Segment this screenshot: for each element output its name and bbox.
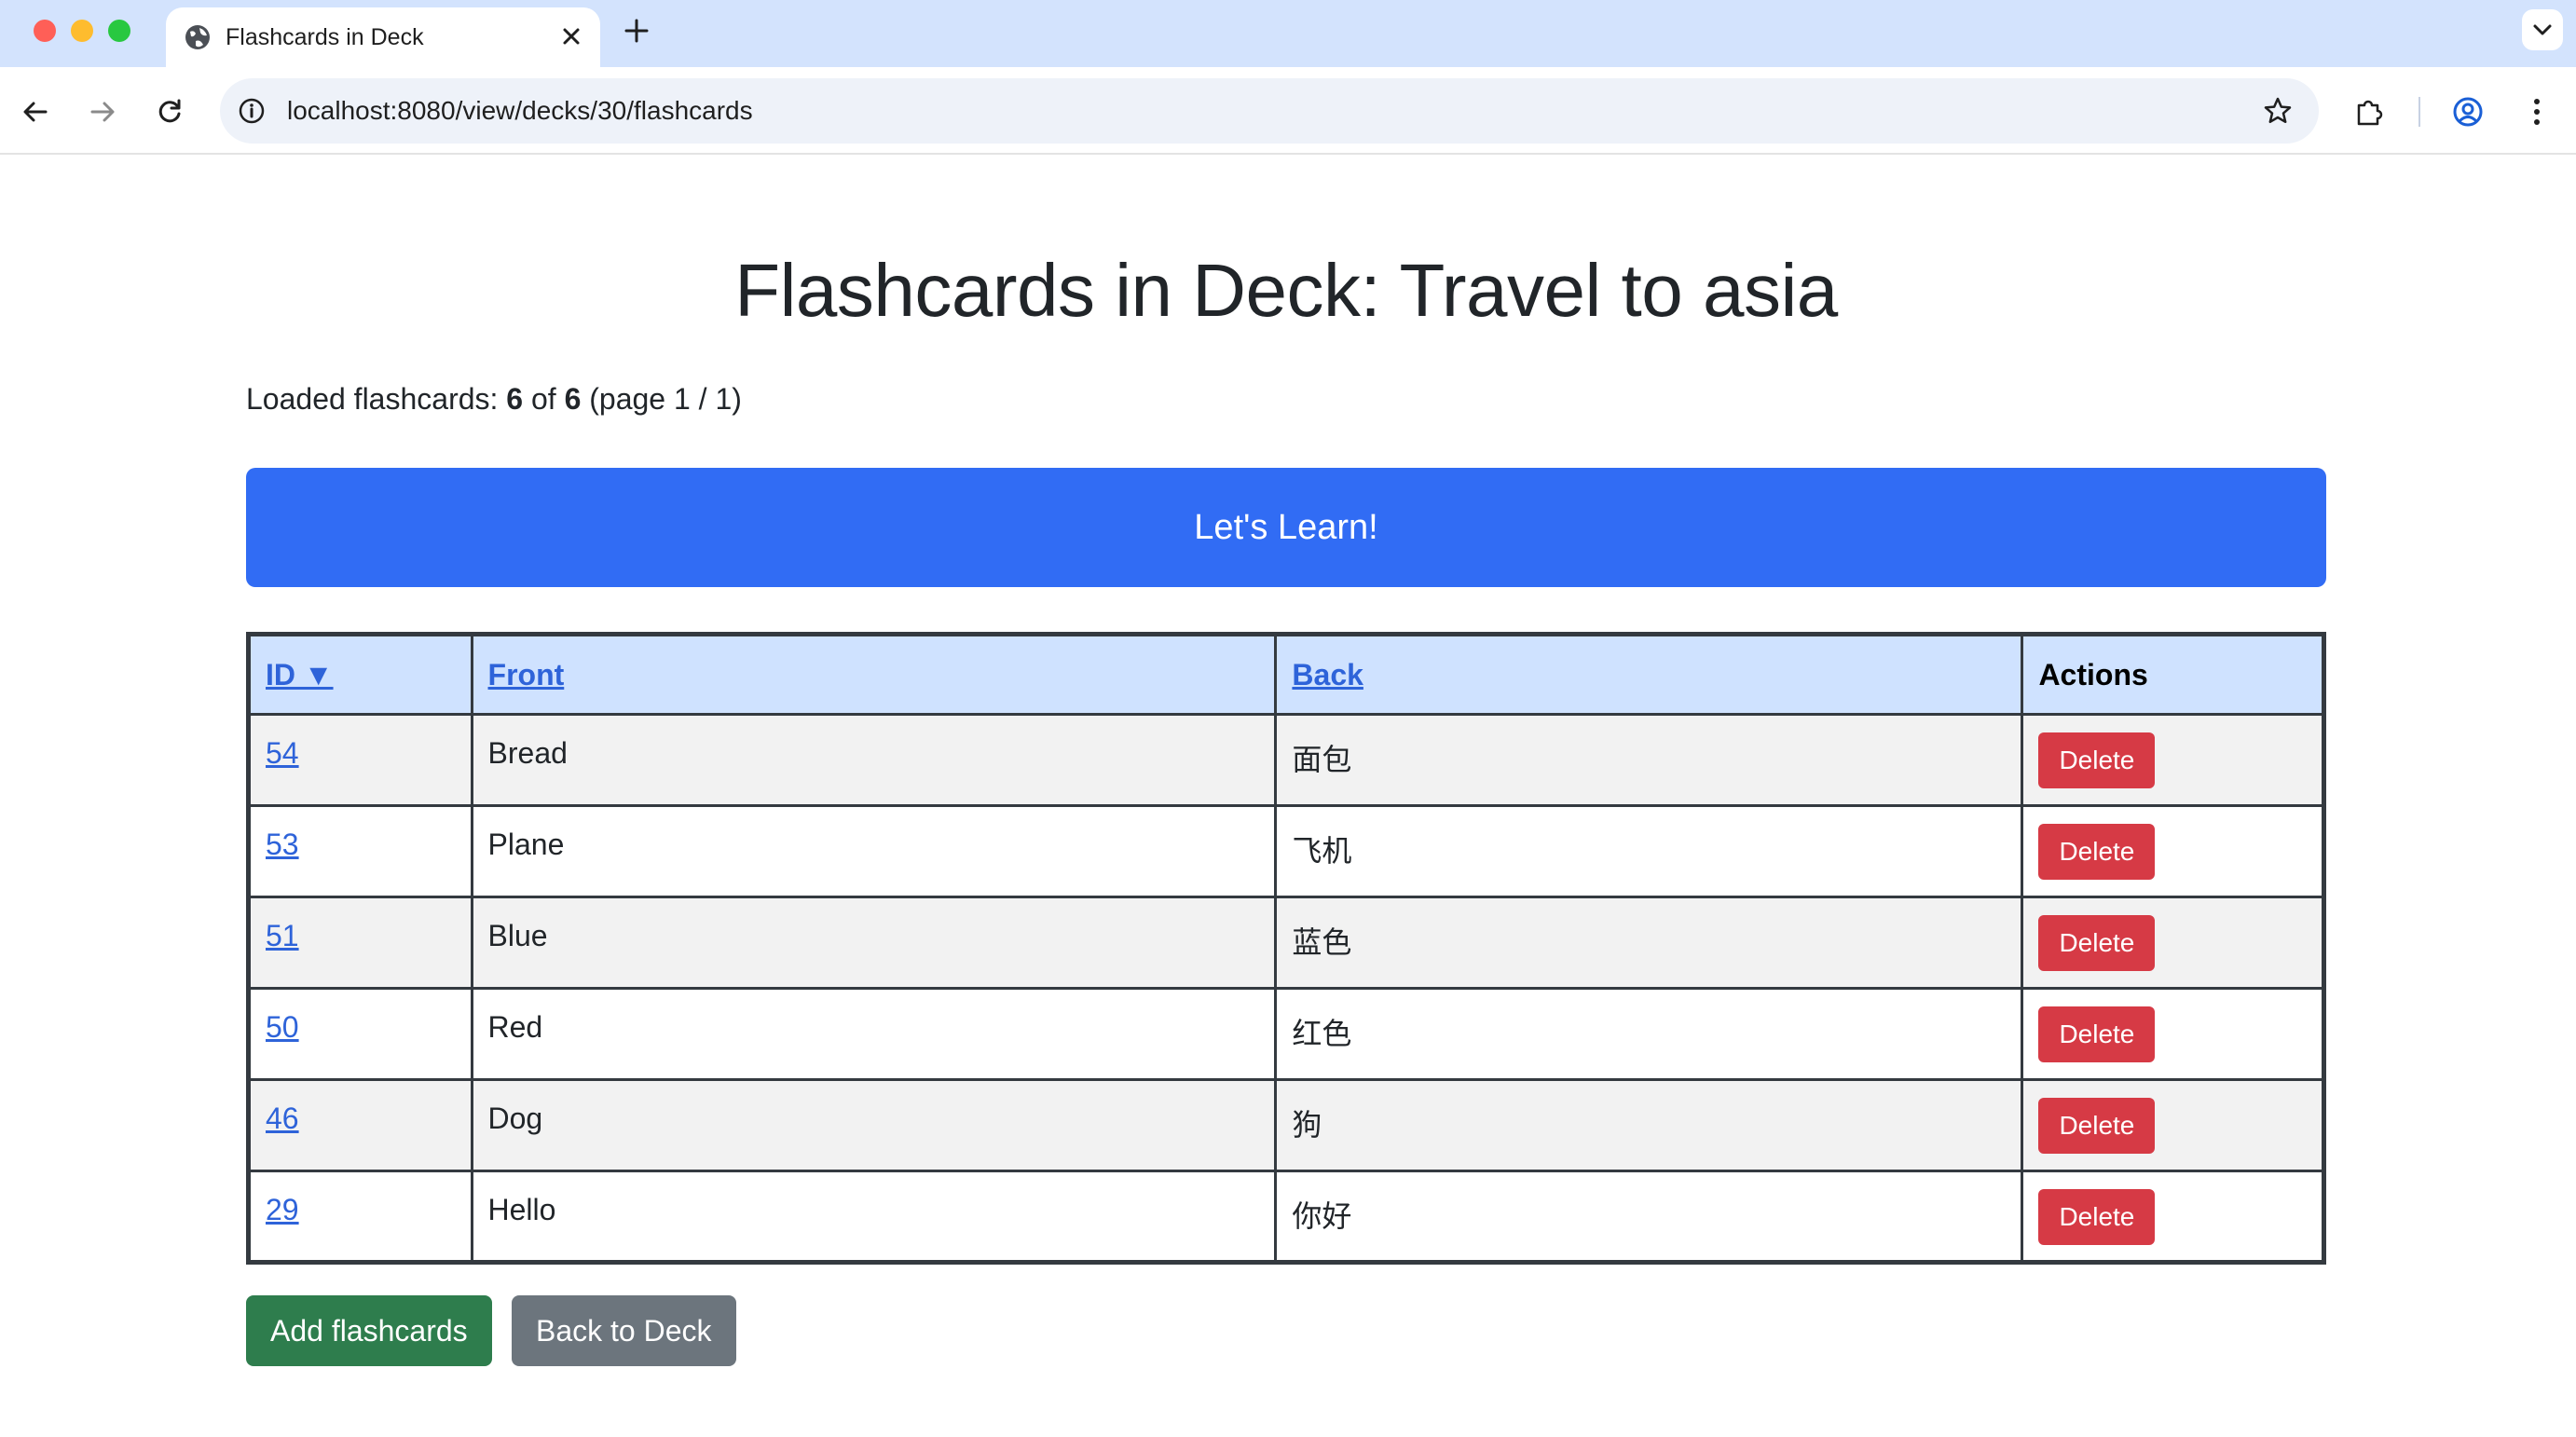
info-icon[interactable] <box>235 94 268 128</box>
table-row: 54 Bread 面包 Delete <box>247 713 2325 807</box>
back-to-deck-button[interactable]: Back to Deck <box>512 1295 736 1366</box>
table-row: 51 Blue 蓝色 Delete <box>247 896 2325 990</box>
delete-button[interactable]: Delete <box>2038 1006 2156 1062</box>
minimize-window-button[interactable] <box>71 20 93 42</box>
plus-icon[interactable] <box>619 13 654 48</box>
page-content: Flashcards in Deck: Travel to asia Loade… <box>246 157 2326 1433</box>
table-row: 53 Plane 飞机 Delete <box>247 804 2325 898</box>
flashcard-id-link[interactable]: 46 <box>266 1102 299 1135</box>
flashcard-back: 蓝色 <box>1274 896 2024 990</box>
delete-button[interactable]: Delete <box>2038 1189 2156 1245</box>
kebab-menu-icon[interactable] <box>2513 88 2561 136</box>
sort-by-back-link[interactable]: Back <box>1292 658 1363 691</box>
reload-icon[interactable] <box>145 88 194 136</box>
loaded-count-text: Loaded flashcards: 6 of 6 (page 1 / 1) <box>246 380 742 417</box>
flashcard-back: 面包 <box>1274 713 2024 807</box>
flashcards-table: ID ▼ Front Back Actions 54 Bread 面包 Dele… <box>246 632 2326 1265</box>
flashcard-front: Bread <box>470 713 1278 807</box>
globe-icon <box>183 22 212 52</box>
flashcard-id-link[interactable]: 29 <box>266 1193 299 1226</box>
toolbar-divider <box>2418 97 2420 127</box>
browser-toolbar: localhost:8080/view/decks/30/flashcards <box>0 67 2576 155</box>
browser-tab-active[interactable]: Flashcards in Deck <box>166 7 600 67</box>
flashcard-id-link[interactable]: 54 <box>266 736 299 770</box>
star-icon[interactable] <box>2261 94 2295 128</box>
table-row: 50 Red 红色 Delete <box>247 987 2325 1081</box>
chevron-down-icon[interactable] <box>2522 9 2563 50</box>
loaded-count: 6 <box>506 382 524 416</box>
close-icon[interactable] <box>555 21 587 52</box>
browser-tab-bar: Flashcards in Deck <box>0 0 2576 67</box>
table-row: 46 Dog 狗 Delete <box>247 1078 2325 1172</box>
flashcard-back: 红色 <box>1274 987 2024 1081</box>
flashcard-front: Hello <box>470 1170 1278 1264</box>
tab-title: Flashcards in Deck <box>226 24 424 50</box>
flashcard-front: Dog <box>470 1078 1278 1172</box>
add-flashcards-button[interactable]: Add flashcards <box>246 1295 492 1366</box>
flashcard-id-link[interactable]: 51 <box>266 919 299 952</box>
header-actions: Actions <box>2021 633 2325 716</box>
lets-learn-button[interactable]: Let's Learn! <box>246 468 2326 587</box>
flashcard-back: 飞机 <box>1274 804 2024 898</box>
delete-button[interactable]: Delete <box>2038 1098 2156 1154</box>
address-bar[interactable]: localhost:8080/view/decks/30/flashcards <box>220 78 2319 144</box>
delete-button[interactable]: Delete <box>2038 732 2156 788</box>
puzzle-icon[interactable] <box>2345 88 2393 136</box>
sort-by-id-link[interactable]: ID ▼ <box>266 658 334 691</box>
loaded-total: 6 <box>564 382 582 416</box>
arrow-left-icon[interactable] <box>11 88 60 136</box>
sort-by-front-link[interactable]: Front <box>488 658 565 691</box>
flashcard-id-link[interactable]: 53 <box>266 828 299 861</box>
close-window-button[interactable] <box>34 20 56 42</box>
url-text[interactable]: localhost:8080/view/decks/30/flashcards <box>287 96 753 126</box>
flashcard-front: Red <box>470 987 1278 1081</box>
arrow-right-icon[interactable] <box>78 88 127 136</box>
flashcard-back: 你好 <box>1274 1170 2024 1264</box>
flashcard-id-link[interactable]: 50 <box>266 1010 299 1044</box>
loaded-page-info: (page 1 / 1) <box>581 382 742 416</box>
delete-button[interactable]: Delete <box>2038 824 2156 880</box>
table-header-row: ID ▼ Front Back Actions <box>247 633 2325 716</box>
header-back: Back <box>1274 633 2024 716</box>
table-row: 29 Hello 你好 Delete <box>247 1170 2325 1264</box>
flashcard-front: Plane <box>470 804 1278 898</box>
loaded-of: of <box>523 382 565 416</box>
header-front: Front <box>470 633 1278 716</box>
maximize-window-button[interactable] <box>108 20 130 42</box>
loaded-prefix: Loaded flashcards: <box>246 382 507 416</box>
header-id: ID ▼ <box>247 633 473 716</box>
flashcard-front: Blue <box>470 896 1278 990</box>
profile-icon[interactable] <box>2444 88 2492 136</box>
page-title: Flashcards in Deck: Travel to asia <box>734 249 1838 332</box>
flashcard-back: 狗 <box>1274 1078 2024 1172</box>
delete-button[interactable]: Delete <box>2038 915 2156 971</box>
